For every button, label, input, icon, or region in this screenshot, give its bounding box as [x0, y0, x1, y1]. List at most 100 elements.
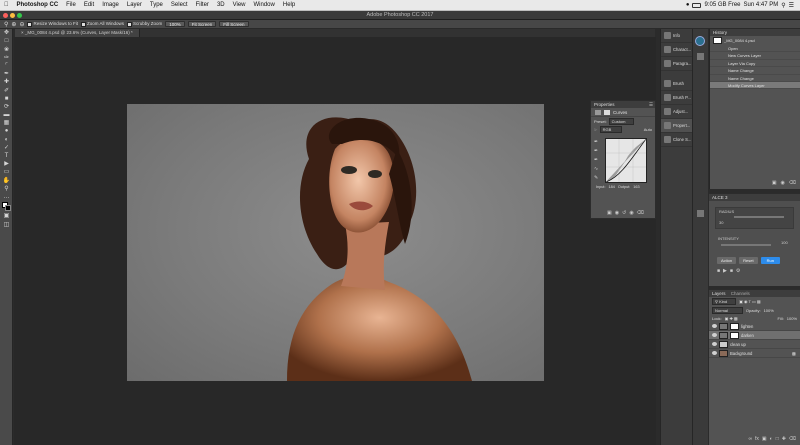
curve-point-icon[interactable]: ∿: [594, 165, 603, 174]
document-tab[interactable]: × _MG_0084 4.psd @ 23.6% (Curves, Layer …: [15, 29, 140, 37]
crop-tool-icon[interactable]: ⌜: [2, 63, 11, 70]
intensity-value[interactable]: 100: [781, 240, 788, 245]
gradient-tool-icon[interactable]: ▦: [2, 120, 11, 127]
fit-screen-button[interactable]: Fit Screen: [187, 21, 217, 27]
history-item[interactable]: New Curves Layer: [710, 52, 800, 60]
brush-tool-icon[interactable]: ✐: [2, 88, 11, 95]
dock-item-clone-source[interactable]: Clone S...: [661, 133, 692, 147]
run-button[interactable]: Run: [760, 257, 780, 264]
dock-item-brush-presets[interactable]: Brush P...: [661, 91, 692, 105]
link-layers-icon[interactable]: ∞: [748, 436, 752, 442]
alce-stop-icon[interactable]: ■: [730, 268, 733, 274]
more-tools-icon[interactable]: …: [2, 194, 11, 201]
menu-help[interactable]: Help: [279, 2, 299, 8]
zoom-100-button[interactable]: 100%: [165, 21, 185, 27]
layer-name[interactable]: clean up: [730, 342, 746, 347]
alce-dock-icon[interactable]: [697, 210, 704, 217]
color-swatches[interactable]: [2, 202, 11, 212]
curves-graph[interactable]: [605, 138, 647, 183]
resize-windows-checkbox[interactable]: [27, 21, 33, 27]
new-layer-icon[interactable]: ✚: [782, 436, 786, 442]
menu-filter[interactable]: Filter: [192, 2, 213, 8]
eraser-tool-icon[interactable]: ▬: [2, 112, 11, 119]
zoom-tool-sidebar-icon[interactable]: ⚲: [2, 186, 11, 193]
zoom-window-button[interactable]: [17, 13, 22, 18]
reset-button[interactable]: Reset: [739, 257, 758, 264]
dock-item-adjustments[interactable]: Adjust...: [661, 105, 692, 119]
quick-select-tool-icon[interactable]: ✑: [2, 55, 11, 62]
blur-tool-icon[interactable]: ●: [2, 128, 11, 135]
blend-mode-select[interactable]: Normal: [712, 306, 743, 314]
history-snapshot[interactable]: _MG_0084 4.psd: [710, 36, 800, 45]
visibility-eye-icon[interactable]: [712, 333, 717, 337]
tab-layers[interactable]: Layers: [712, 291, 726, 296]
quick-mask-icon[interactable]: ▣: [2, 213, 11, 220]
clock[interactable]: Sun 4:47 PM: [744, 2, 779, 8]
list-icon[interactable]: ☰: [789, 2, 794, 9]
view-previous-icon[interactable]: ◉: [615, 210, 619, 216]
filter-icons[interactable]: ▣ ◉ T ▭ ▦: [739, 299, 761, 304]
close-window-button[interactable]: [3, 13, 8, 18]
alce-settings-icon[interactable]: ⚙: [736, 268, 740, 274]
layer-name[interactable]: Background: [730, 351, 752, 356]
tab-channels[interactable]: Channels: [731, 291, 750, 296]
history-dock-icon[interactable]: [697, 53, 704, 60]
panel-menu-icon[interactable]: ☰: [649, 101, 655, 108]
fx-icon[interactable]: fx: [755, 436, 759, 442]
lock-icons[interactable]: ▣ ✚ ▩: [725, 316, 738, 321]
zoom-tool-icon[interactable]: ⚲: [4, 21, 8, 28]
layer-name[interactable]: lighten: [741, 324, 753, 329]
history-brush-tool-icon[interactable]: ⟳: [2, 104, 11, 111]
visibility-eye-icon[interactable]: [712, 342, 717, 346]
scrubby-option[interactable]: Scrubby Zoom: [127, 21, 162, 27]
dock-item-character[interactable]: Charact...: [661, 43, 692, 57]
menu-image[interactable]: Image: [98, 2, 123, 8]
menu-3d[interactable]: 3D: [213, 2, 229, 8]
intensity-slider[interactable]: [721, 244, 771, 246]
history-item[interactable]: Layer Via Copy: [710, 60, 800, 68]
preset-select[interactable]: Custom: [608, 117, 635, 125]
layer-row[interactable]: Background ▩: [709, 349, 800, 358]
history-item[interactable]: Name Change: [710, 75, 800, 82]
scrubby-checkbox[interactable]: [127, 21, 132, 27]
dock-item-properties[interactable]: Propert...: [661, 119, 692, 133]
menu-file[interactable]: File: [62, 2, 80, 8]
lasso-tool-icon[interactable]: ❀: [2, 47, 11, 54]
mask-icon[interactable]: [604, 109, 610, 115]
search-icon[interactable]: ⚲: [781, 2, 785, 9]
white-eyedropper-icon[interactable]: ✒: [594, 156, 603, 165]
dock-item-paragraph[interactable]: Paragra...: [661, 57, 692, 71]
zoom-out-icon[interactable]: ⊖: [19, 21, 24, 28]
add-mask-icon[interactable]: ▣: [762, 436, 767, 442]
path-select-tool-icon[interactable]: ▶: [2, 161, 11, 168]
new-group-icon[interactable]: □: [776, 436, 779, 442]
dock-item-info[interactable]: Info: [661, 29, 692, 43]
fill-input[interactable]: 100%: [787, 316, 800, 321]
visibility-eye-icon[interactable]: [712, 324, 717, 328]
action-button[interactable]: Action: [717, 257, 737, 264]
layer-mask-thumbnail[interactable]: [730, 322, 739, 330]
layer-mask-thumbnail[interactable]: [730, 331, 739, 339]
pen-tool-icon[interactable]: ✓: [2, 145, 11, 152]
trash-icon[interactable]: ⌫: [637, 210, 644, 216]
visibility-eye-icon[interactable]: [712, 351, 717, 355]
screen-mode-icon[interactable]: ◫: [2, 222, 11, 229]
opacity-input[interactable]: 100%: [764, 308, 774, 313]
channel-select[interactable]: RGB: [599, 125, 623, 133]
history-item[interactable]: Name Change: [710, 67, 800, 75]
move-tool-icon[interactable]: ✥: [2, 30, 11, 37]
type-tool-icon[interactable]: T: [2, 153, 11, 160]
alce-play-icon[interactable]: ▶: [723, 268, 727, 274]
layer-row-selected[interactable]: darken: [709, 331, 800, 340]
zoom-all-checkbox[interactable]: [80, 21, 86, 27]
radius-slider[interactable]: [734, 216, 784, 218]
auto-button[interactable]: Auto: [644, 127, 655, 132]
battery-icon[interactable]: [692, 2, 702, 8]
layer-name[interactable]: darken: [741, 333, 754, 338]
input-value[interactable]: 184: [609, 185, 615, 189]
shape-tool-icon[interactable]: ▭: [2, 169, 11, 176]
layer-row[interactable]: clean up: [709, 340, 800, 349]
zoom-in-icon[interactable]: ⊕: [11, 21, 16, 28]
resize-windows-option[interactable]: Resize Windows to Fit: [27, 21, 78, 27]
menu-layer[interactable]: Layer: [123, 2, 146, 8]
